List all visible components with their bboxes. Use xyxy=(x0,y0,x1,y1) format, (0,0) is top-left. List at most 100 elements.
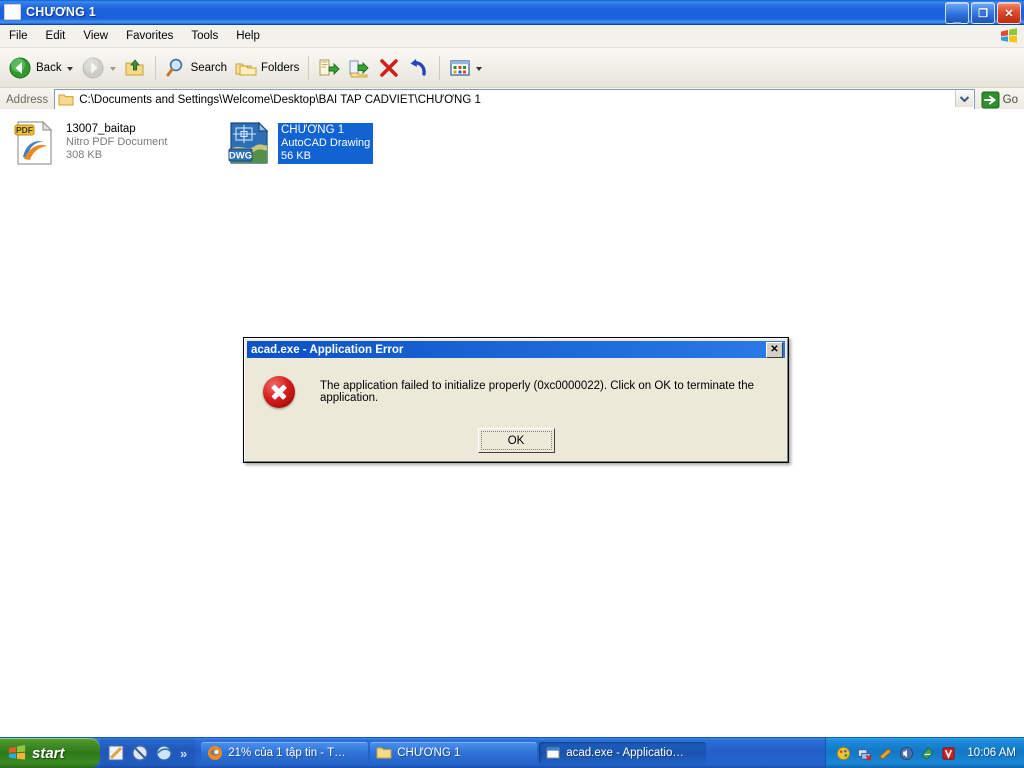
internet-explorer-icon[interactable] xyxy=(155,744,173,762)
tray-antivirus-icon[interactable] xyxy=(941,746,956,761)
tray-pen-icon[interactable] xyxy=(878,746,893,761)
go-button[interactable]: Go xyxy=(975,91,1024,109)
tray-printer-icon[interactable] xyxy=(920,746,935,761)
windows-flag-logo xyxy=(1001,28,1017,43)
file-name: 13007_baitap xyxy=(66,123,136,135)
search-button[interactable]: Search xyxy=(161,52,231,84)
move-to-folder-icon xyxy=(319,59,341,75)
window-titlebar[interactable]: CHƯƠNG 1 _ ❐ ✕ xyxy=(0,0,1024,25)
address-path-text: C:\Documents and Settings\Welcome\Deskto… xyxy=(79,93,481,106)
forward-button[interactable] xyxy=(77,52,120,84)
up-button[interactable] xyxy=(120,52,150,84)
back-dropdown-caret[interactable] xyxy=(66,67,73,71)
copy-to-button[interactable] xyxy=(344,52,374,84)
menu-item-edit[interactable]: Edit xyxy=(38,28,74,44)
task-button[interactable]: acad.exe - Applicatio… xyxy=(539,742,707,764)
close-icon: ✕ xyxy=(1004,7,1014,20)
application-error-dialog: acad.exe - Application Error ✕ The appli… xyxy=(243,337,789,463)
dwg-file-icon: DWG xyxy=(225,119,273,167)
file-label: 13007_baitap Nitro PDF Document 308 KB xyxy=(66,123,167,162)
views-button[interactable] xyxy=(445,52,486,84)
system-tray: 10:06 AM xyxy=(825,738,1024,768)
notepad-icon[interactable] xyxy=(107,744,125,762)
undo-arrow-icon xyxy=(410,58,427,76)
back-button[interactable]: Back xyxy=(4,52,77,84)
views-grid-icon xyxy=(450,59,471,76)
close-button[interactable]: ✕ xyxy=(997,2,1021,24)
window-controls: _ ❐ ✕ xyxy=(945,2,1021,24)
start-button[interactable]: start xyxy=(0,738,100,768)
mute-volume-icon[interactable] xyxy=(131,744,149,762)
move-to-button[interactable] xyxy=(314,52,344,84)
task-button-list: 21% của 1 tập tin - T… CHƯƠNG 1 acad.exe… xyxy=(195,742,825,764)
menu-bar: File Edit View Favorites Tools Help xyxy=(0,25,1024,48)
go-label: Go xyxy=(1002,93,1018,106)
task-label: 21% của 1 tập tin - T… xyxy=(228,747,346,759)
svg-text:PDF: PDF xyxy=(16,125,33,135)
address-dropdown-button[interactable] xyxy=(954,90,973,107)
task-button[interactable]: CHƯƠNG 1 xyxy=(370,742,538,764)
taskbar: start » 21% của 1 tập tin - T… CHƯƠNG 1 … xyxy=(0,737,1024,768)
quick-launch-bar: » xyxy=(100,738,196,768)
folders-icon xyxy=(235,63,257,75)
copy-to-folder-icon xyxy=(349,60,370,77)
maximize-icon: ❐ xyxy=(978,7,988,20)
go-arrow-icon xyxy=(981,91,1000,108)
dialog-title: acad.exe - Application Error xyxy=(251,343,404,356)
svg-text:DWG: DWG xyxy=(229,151,252,162)
folder-icon xyxy=(376,747,392,759)
tray-network-disconnected-icon[interactable] xyxy=(857,746,873,761)
views-dropdown-caret[interactable] xyxy=(476,67,483,71)
firefox-icon xyxy=(208,746,223,760)
menu-item-favorites[interactable]: Favorites xyxy=(118,28,181,44)
dialog-body: The application failed to initialize pro… xyxy=(245,360,787,408)
list-item[interactable]: PDF 13007_baitap Nitro PDF Document 308 … xyxy=(10,119,167,167)
chevron-down-icon xyxy=(959,95,969,102)
list-item[interactable]: DWG CHƯƠNG 1 AutoCAD Drawing 56 KB xyxy=(225,119,374,167)
menu-item-view[interactable]: View xyxy=(75,28,116,44)
start-label: start xyxy=(32,744,65,762)
dialog-message: The application failed to initialize pro… xyxy=(320,380,755,404)
task-label: CHƯƠNG 1 xyxy=(397,747,461,759)
delete-x-icon xyxy=(380,58,399,77)
quicklaunch-overflow[interactable]: » xyxy=(180,746,187,761)
search-icon xyxy=(166,58,182,76)
file-type: AutoCAD Drawing xyxy=(281,137,371,149)
windows-flag-icon xyxy=(8,744,26,760)
toolbar-separator-1 xyxy=(154,55,156,80)
explorer-toolbar: Back Search Folders xyxy=(0,48,1024,88)
address-folder-icon xyxy=(58,94,74,105)
error-circle-icon xyxy=(263,376,295,408)
address-input[interactable]: C:\Documents and Settings\Welcome\Deskto… xyxy=(54,89,975,110)
taskbar-clock[interactable]: 10:06 AM xyxy=(967,747,1016,759)
ok-button[interactable]: OK xyxy=(477,428,555,453)
up-folder-icon xyxy=(125,58,144,75)
address-label: Address xyxy=(6,93,49,106)
dialog-titlebar[interactable]: acad.exe - Application Error ✕ xyxy=(247,341,785,358)
tray-volume-icon[interactable] xyxy=(899,746,914,761)
file-size: 308 KB xyxy=(66,149,103,161)
toolbar-separator-3 xyxy=(439,55,441,80)
delete-button[interactable] xyxy=(374,52,404,84)
maximize-button[interactable]: ❐ xyxy=(971,2,995,24)
dialog-close-button[interactable]: ✕ xyxy=(766,341,783,358)
folders-button[interactable]: Folders xyxy=(231,52,303,84)
back-label: Back xyxy=(36,61,62,74)
app-error-icon xyxy=(546,747,560,759)
dialog-button-row: OK xyxy=(245,428,787,453)
search-label: Search xyxy=(190,61,228,74)
menu-item-help[interactable]: Help xyxy=(228,28,268,44)
toolbar-separator-2 xyxy=(308,55,310,80)
undo-button[interactable] xyxy=(404,52,434,84)
file-type: Nitro PDF Document xyxy=(66,136,168,148)
window-title: CHƯƠNG 1 xyxy=(26,5,96,19)
dialog-inner-frame: acad.exe - Application Error ✕ The appli… xyxy=(244,338,788,462)
tray-palette-icon[interactable] xyxy=(836,746,851,761)
menu-item-tools[interactable]: Tools xyxy=(183,28,226,44)
ok-button-label: OK xyxy=(507,434,525,447)
forward-dropdown-caret[interactable] xyxy=(109,67,116,71)
menu-item-file[interactable]: File xyxy=(1,28,36,44)
task-button[interactable]: 21% của 1 tập tin - T… xyxy=(201,742,369,764)
minimize-icon: _ xyxy=(953,9,961,24)
minimize-button[interactable]: _ xyxy=(945,2,969,24)
